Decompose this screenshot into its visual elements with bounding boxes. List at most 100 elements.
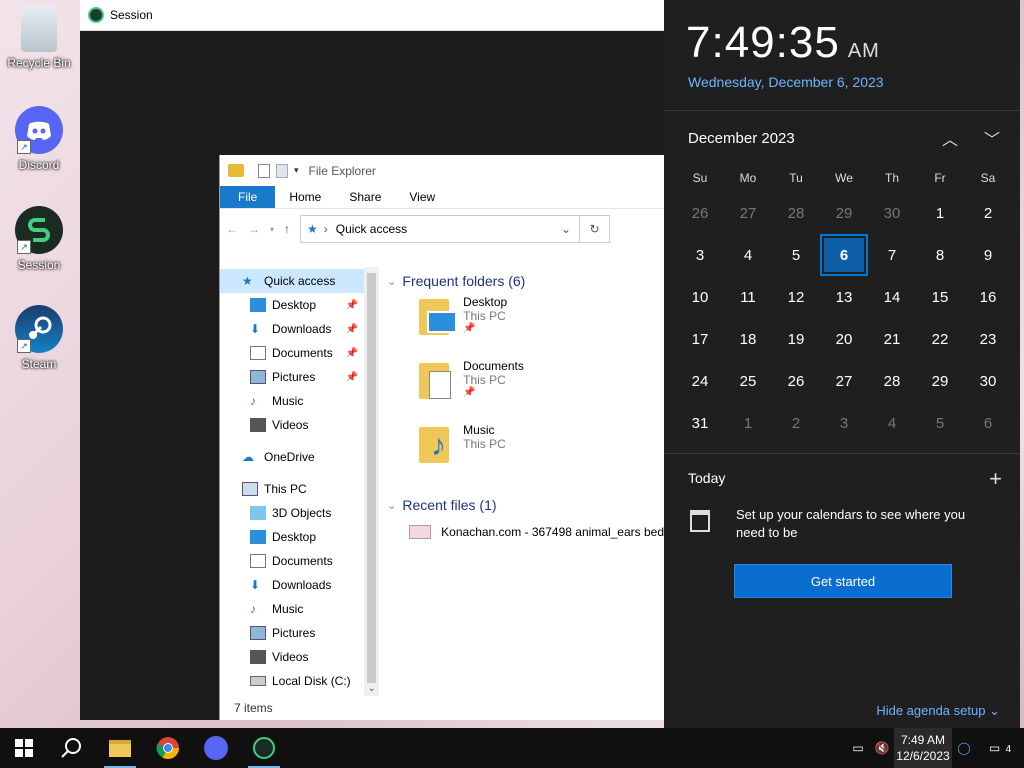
calendar-day[interactable]: 30 (964, 360, 1012, 402)
explorer-titlebar[interactable]: ▾ File Explorer (220, 155, 664, 186)
back-arrow-icon[interactable]: ← (226, 222, 238, 236)
calendar-day[interactable]: 8 (916, 234, 964, 276)
tab-file[interactable]: File (220, 186, 276, 208)
nav-pc-desktop[interactable]: Desktop (220, 525, 364, 549)
calendar-day[interactable]: 1 (724, 402, 772, 444)
nav-quick-access[interactable]: ★ Quick access (220, 269, 365, 293)
nav-pc-downloads[interactable]: ⬇ Downloads (220, 573, 364, 597)
previous-month-chevron-icon[interactable]: ︿ (942, 126, 958, 150)
calendar-day[interactable]: 7 (868, 234, 916, 276)
recent-locations-icon[interactable]: ▾ (270, 225, 274, 234)
qat-dropdown-icon[interactable]: ▾ (294, 165, 299, 176)
calendar-day[interactable]: 11 (724, 276, 772, 318)
next-month-chevron-icon[interactable]: ﹀ (984, 126, 1000, 150)
nav-scrollbar[interactable]: ⌄ (364, 267, 380, 696)
calendar-day[interactable]: 19 (772, 318, 820, 360)
desktop-icon-recycle-bin[interactable]: Recycle Bin (6, 6, 72, 70)
tab-share[interactable]: Share (335, 186, 395, 208)
desktop-icon-discord[interactable]: ↗ Discord (6, 106, 72, 172)
cortana-ring-icon[interactable]: ◯ (952, 741, 976, 755)
desktop-icon-session[interactable]: ↗ Session (6, 206, 72, 272)
calendar-day[interactable]: 26 (676, 192, 724, 234)
taskbar-clock[interactable]: 7:49 AM 12/6/2023 (894, 728, 952, 768)
start-button[interactable] (0, 728, 48, 768)
taskbar-chrome[interactable] (144, 728, 192, 768)
new-folder-icon[interactable] (276, 163, 288, 178)
calendar-day[interactable]: 31 (676, 402, 724, 444)
calendar-day[interactable]: 14 (868, 276, 916, 318)
refresh-button[interactable]: ↻ (580, 215, 611, 243)
desktop-icon-steam[interactable]: ↗ Steam (6, 305, 72, 371)
tab-view[interactable]: View (395, 186, 449, 208)
calendar-day[interactable]: 29 (916, 360, 964, 402)
calendar-day[interactable]: 20 (820, 318, 868, 360)
nav-quick-videos[interactable]: Videos (220, 413, 364, 437)
calendar-day[interactable]: 10 (676, 276, 724, 318)
nav-quick-pictures[interactable]: Pictures 📌 (220, 365, 364, 389)
calendar-day[interactable]: 12 (772, 276, 820, 318)
hide-agenda-setup-link[interactable]: Hide agenda setup ⌄ (876, 703, 1000, 719)
up-arrow-icon[interactable]: ↑ (284, 222, 290, 236)
properties-icon[interactable] (258, 163, 270, 178)
get-started-button[interactable]: Get started (734, 564, 952, 598)
calendar-day[interactable]: 27 (820, 360, 868, 402)
folder-tile-music[interactable]: ♪ Music This PC (387, 423, 664, 487)
nav-pc-music[interactable]: ♪ Music (220, 597, 364, 621)
calendar-month-label[interactable]: December 2023 (688, 130, 795, 147)
calendar-day[interactable]: 5 (916, 402, 964, 444)
calendar-day[interactable]: 4 (724, 234, 772, 276)
calendar-day[interactable]: 9 (964, 234, 1012, 276)
calendar-day[interactable]: 2 (964, 192, 1012, 234)
nav-pc-pictures[interactable]: Pictures (220, 621, 364, 645)
taskbar-discord[interactable] (192, 728, 240, 768)
forward-arrow-icon[interactable]: → (248, 222, 260, 236)
calendar-day[interactable]: 25 (724, 360, 772, 402)
file-explorer-window[interactable]: ▾ File Explorer File Home Share View ← →… (219, 155, 664, 720)
folder-tile-desktop[interactable]: Desktop This PC 📌 (387, 295, 664, 359)
nav-quick-desktop[interactable]: Desktop 📌 (220, 293, 364, 317)
calendar-day[interactable]: 13 (820, 276, 868, 318)
address-bar[interactable]: ★ › Quick access ⌄ (300, 215, 581, 243)
scrollbar-thumb[interactable] (367, 273, 377, 683)
volume-muted-icon[interactable]: 🔇 (870, 741, 894, 755)
address-chevron-icon[interactable]: › (324, 222, 328, 236)
calendar-day[interactable]: 1 (916, 192, 964, 234)
recent-files-header[interactable]: ⌄ Recent files (1) (387, 491, 664, 519)
calendar-day[interactable]: 23 (964, 318, 1012, 360)
calendar-day[interactable]: 6 (964, 402, 1012, 444)
folder-tile-documents[interactable]: Documents This PC 📌 (387, 359, 664, 423)
nav-pc-videos[interactable]: Videos (220, 645, 364, 669)
calendar-day[interactable]: 3 (820, 402, 868, 444)
session-titlebar[interactable]: Session (80, 0, 664, 31)
calendar-day[interactable]: 29 (820, 192, 868, 234)
calendar-day[interactable]: 30 (868, 192, 916, 234)
calendar-day[interactable]: 4 (868, 402, 916, 444)
calendar-day[interactable]: 26 (772, 360, 820, 402)
search-button[interactable] (48, 728, 96, 768)
network-icon[interactable]: ▭ (846, 741, 870, 755)
nav-pc-local-disk[interactable]: Local Disk (C:) (220, 669, 364, 693)
calendar-day[interactable]: 28 (868, 360, 916, 402)
taskbar-file-explorer[interactable] (96, 728, 144, 768)
taskbar-session[interactable] (240, 728, 288, 768)
calendar-day[interactable]: 15 (916, 276, 964, 318)
calendar-day[interactable]: 21 (868, 318, 916, 360)
nav-this-pc[interactable]: This PC (220, 477, 364, 501)
full-date-link[interactable]: Wednesday, December 6, 2023 (688, 74, 884, 90)
calendar-day[interactable]: 24 (676, 360, 724, 402)
calendar-day[interactable]: 17 (676, 318, 724, 360)
nav-quick-downloads[interactable]: ⬇ Downloads 📌 (220, 317, 364, 341)
calendar-day[interactable]: 18 (724, 318, 772, 360)
nav-quick-music[interactable]: ♪ Music (220, 389, 364, 413)
calendar-day[interactable]: 22 (916, 318, 964, 360)
nav-pc-3d-objects[interactable]: 3D Objects (220, 501, 364, 525)
action-center-button[interactable]: ▭ 4 (976, 741, 1024, 755)
scroll-down-icon[interactable]: ⌄ (364, 683, 379, 694)
address-dropdown-icon[interactable]: ⌄ (561, 222, 571, 236)
calendar-day[interactable]: 16 (964, 276, 1012, 318)
recent-file-item[interactable]: Konachan.com - 367498 animal_ears bed (387, 519, 664, 545)
add-event-plus-icon[interactable]: + (989, 466, 1002, 492)
tab-home[interactable]: Home (275, 186, 335, 208)
nav-onedrive[interactable]: ☁ OneDrive (220, 445, 364, 469)
calendar-day[interactable]: 28 (772, 192, 820, 234)
